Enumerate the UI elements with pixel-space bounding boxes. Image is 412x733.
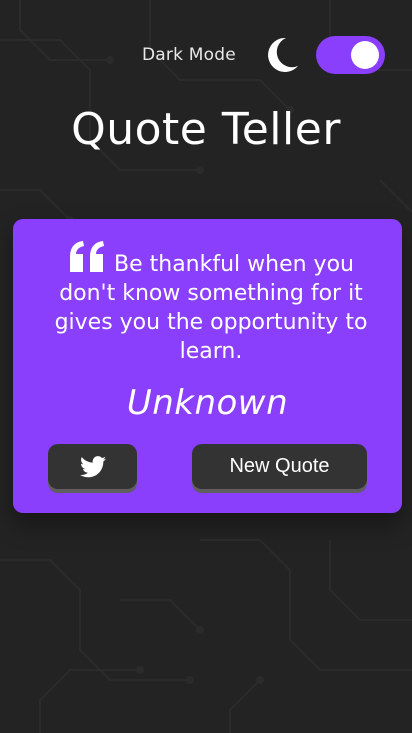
dark-mode-label: Dark Mode — [142, 45, 236, 65]
twitter-icon — [79, 455, 106, 477]
quote-container: Be thankful when you don't know somethin… — [43, 241, 379, 366]
quote-left-icon — [70, 241, 104, 272]
quote-card: Be thankful when you don't know somethin… — [13, 219, 402, 513]
page-title: Quote Teller — [71, 104, 341, 155]
tweet-button[interactable] — [48, 444, 137, 489]
theme-toggle-row: Dark Mode — [0, 36, 412, 74]
dark-mode-toggle[interactable] — [316, 36, 385, 74]
quote-author: Unknown — [126, 383, 289, 423]
moon-icon — [268, 37, 298, 72]
new-quote-button[interactable]: New Quote — [192, 444, 367, 489]
toggle-knob — [351, 41, 379, 69]
